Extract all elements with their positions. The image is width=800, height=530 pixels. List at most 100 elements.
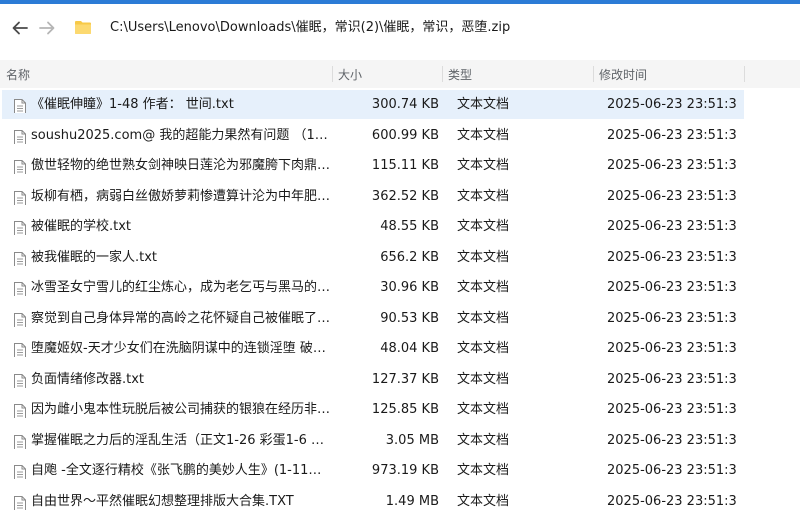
text-file-icon — [13, 128, 27, 144]
column-header-modified[interactable]: 修改时间 — [599, 68, 647, 82]
file-name: 因为雌小鬼本性玩脱后被公司捕获的银狼在经历非人... — [31, 402, 331, 417]
file-modified: 2025-06-23 23:51:36 — [607, 97, 737, 112]
file-size: 300.74 KB — [371, 97, 439, 112]
file-row[interactable]: 《催眠伸瞳》1-48 作者： 世间.txt 300.74 KB 文本文档 202… — [2, 90, 744, 119]
file-modified: 2025-06-23 23:51:36 — [607, 219, 737, 234]
arrow-right-icon — [39, 21, 55, 35]
file-type: 文本文档 — [457, 341, 510, 356]
file-name: 坂柳有栖，病弱白丝傲娇萝莉惨遭算计沦为中年肥猪... — [31, 188, 331, 204]
file-row[interactable]: 坂柳有栖，病弱白丝傲娇萝莉惨遭算计沦为中年肥猪... 362.52 KB 文本文… — [2, 182, 744, 211]
file-name: 被催眠的学校.txt — [31, 219, 132, 234]
file-name: 傲世轻物的绝世熟女剑神映日莲沦为邪魔胯下肉鼎吅大... — [31, 158, 331, 173]
file-size: 973.19 KB — [371, 463, 439, 478]
file-size: 600.99 KB — [371, 127, 439, 143]
file-row[interactable]: 察觉到自己身体异常的高岭之花怀疑自己被催眠了！... 90.53 KB 文本文档… — [2, 304, 744, 333]
file-type: 文本文档 — [457, 310, 510, 326]
forward-button[interactable] — [36, 17, 58, 39]
text-file-icon — [13, 311, 27, 327]
file-modified: 2025-06-23 23:51:36 — [607, 249, 737, 265]
file-size: 48.04 KB — [380, 341, 439, 356]
file-modified: 2025-06-23 23:51:36 — [607, 463, 737, 478]
back-button[interactable] — [9, 17, 31, 39]
file-size: 125.85 KB — [371, 402, 439, 417]
file-type: 文本文档 — [457, 249, 510, 265]
file-row[interactable]: 被催眠的学校.txt 48.55 KB 文本文档 2025-06-23 23:5… — [2, 212, 744, 241]
file-modified: 2025-06-23 23:51:36 — [607, 310, 737, 326]
file-modified: 2025-06-23 23:51:36 — [607, 158, 737, 173]
file-type: 文本文档 — [457, 432, 510, 448]
column-header-size[interactable]: 大小 — [338, 68, 362, 82]
file-size: 656.2 KB — [380, 249, 439, 265]
file-type: 文本文档 — [457, 219, 510, 234]
file-name: 掌握催眠之力后的淫乱生活（正文1-26 彩蛋1-6 番外... — [31, 432, 331, 448]
file-type: 文本文档 — [457, 158, 510, 173]
file-name: 《催眠伸瞳》1-48 作者： 世间.txt — [31, 97, 234, 112]
file-row[interactable]: 被我催眠的一家人.txt 656.2 KB 文本文档 2025-06-23 23… — [2, 243, 744, 272]
toolbar: C:\Users\Lenovo\Downloads\催眠，常识(2)\催眠，常识… — [0, 4, 800, 52]
file-name: 冰雪圣女宁雪儿的红尘炼心，成为老乞丐与黑马的女... — [31, 280, 331, 295]
text-file-icon — [13, 463, 27, 479]
text-file-icon — [13, 219, 27, 235]
column-divider[interactable] — [332, 66, 333, 82]
file-size: 1.49 MB — [385, 493, 439, 509]
file-name: 自由世界～平然催眠幻想整理排版大合集.TXT — [31, 493, 294, 509]
file-modified: 2025-06-23 23:51:36 — [607, 371, 737, 387]
file-type: 文本文档 — [457, 127, 510, 143]
file-row[interactable]: 因为雌小鬼本性玩脱后被公司捕获的银狼在经历非人... 125.85 KB 文本文… — [2, 395, 744, 424]
file-type: 文本文档 — [457, 463, 510, 478]
column-divider[interactable] — [593, 66, 594, 82]
file-row[interactable]: soushu2025.com@ 我的超能力果然有问题 （1-22... 600.… — [2, 121, 744, 150]
column-divider[interactable] — [744, 66, 745, 82]
file-name: soushu2025.com@ 我的超能力果然有问题 （1-22... — [31, 127, 331, 143]
file-size: 90.53 KB — [380, 310, 439, 326]
text-file-icon — [13, 158, 27, 174]
file-modified: 2025-06-23 23:51:36 — [607, 280, 737, 295]
file-row[interactable]: 负面情绪修改器.txt 127.37 KB 文本文档 2025-06-23 23… — [2, 365, 744, 394]
text-file-icon — [13, 372, 27, 388]
file-size: 48.55 KB — [380, 219, 439, 234]
address-path[interactable]: C:\Users\Lenovo\Downloads\催眠，常识(2)\催眠，常识… — [110, 19, 510, 37]
text-file-icon — [13, 189, 27, 205]
text-file-icon — [13, 341, 27, 357]
file-modified: 2025-06-23 23:51:36 — [607, 341, 737, 356]
text-file-icon — [13, 280, 27, 296]
file-name: 自飑 -全文逐行精校《张飞鹏的美妙人生》(1-11章) 作... — [31, 463, 331, 478]
column-header-row: 名称 大小 类型 修改时间 — [0, 60, 800, 88]
file-row[interactable]: 冰雪圣女宁雪儿的红尘炼心，成为老乞丐与黑马的女... 30.96 KB 文本文档… — [2, 273, 744, 302]
column-header-name[interactable]: 名称 — [6, 68, 30, 82]
file-modified: 2025-06-23 23:51:36 — [607, 402, 737, 417]
file-row[interactable]: 堕魔姬奴-天才少女们在洗脑阴谋中的连锁淫堕 破洞鳞... 48.04 KB 文本… — [2, 334, 744, 363]
file-row[interactable]: 自飑 -全文逐行精校《张飞鹏的美妙人生》(1-11章) 作... 973.19 … — [2, 456, 744, 485]
file-row[interactable]: 掌握催眠之力后的淫乱生活（正文1-26 彩蛋1-6 番外... 3.05 MB … — [2, 426, 744, 455]
file-name: 察觉到自己身体异常的高岭之花怀疑自己被催眠了！... — [31, 310, 331, 326]
text-file-icon — [13, 433, 27, 449]
file-row[interactable]: 自由世界～平然催眠幻想整理排版大合集.TXT 1.49 MB 文本文档 2025… — [2, 487, 744, 516]
file-size: 127.37 KB — [371, 371, 439, 387]
file-type: 文本文档 — [457, 371, 510, 387]
file-row[interactable]: 傲世轻物的绝世熟女剑神映日莲沦为邪魔胯下肉鼎吅大... 115.11 KB 文本… — [2, 151, 744, 180]
file-type: 文本文档 — [457, 188, 510, 204]
file-type: 文本文档 — [457, 97, 510, 112]
file-size: 115.11 KB — [371, 158, 439, 173]
text-file-icon — [13, 97, 27, 113]
file-modified: 2025-06-23 23:51:36 — [607, 493, 737, 509]
file-name: 负面情绪修改器.txt — [31, 371, 145, 387]
file-name: 堕魔姬奴-天才少女们在洗脑阴谋中的连锁淫堕 破洞鳞... — [31, 341, 331, 356]
column-divider[interactable] — [442, 66, 443, 82]
file-name: 被我催眠的一家人.txt — [31, 249, 158, 265]
file-modified: 2025-06-23 23:51:36 — [607, 432, 737, 448]
file-type: 文本文档 — [457, 493, 510, 509]
column-header-type[interactable]: 类型 — [448, 68, 472, 82]
file-modified: 2025-06-23 23:51:36 — [607, 188, 737, 204]
file-modified: 2025-06-23 23:51:36 — [607, 127, 737, 143]
text-file-icon — [13, 402, 27, 418]
file-size: 3.05 MB — [385, 432, 439, 448]
text-file-icon — [13, 494, 27, 510]
file-type: 文本文档 — [457, 402, 510, 417]
file-list: 名称 大小 类型 修改时间 《催眠伸瞳》1-48 作者： 世间.txt 300.… — [0, 60, 800, 530]
file-size: 30.96 KB — [380, 280, 439, 295]
address-bar[interactable]: C:\Users\Lenovo\Downloads\催眠，常识(2)\催眠，常识… — [66, 9, 792, 47]
text-file-icon — [13, 250, 27, 266]
file-size: 362.52 KB — [371, 188, 439, 204]
folder-icon — [75, 21, 91, 34]
